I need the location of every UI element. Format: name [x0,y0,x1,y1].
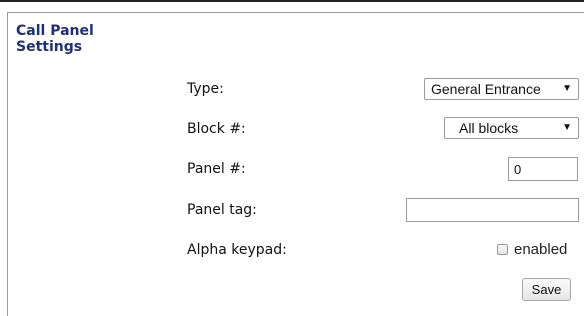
alpha-keypad-toggle[interactable]: enabled [497,241,567,258]
save-button[interactable]: Save [522,278,571,301]
panel-tag-label: Panel tag: [187,202,257,218]
caret-down-icon: ▼ [562,83,572,94]
panel-tag-input[interactable] [406,198,579,222]
settings-panel [7,12,584,316]
panel-number-input[interactable]: 0 [508,157,578,181]
block-select-value: All blocks [459,120,519,136]
alpha-keypad-checkbox-label: enabled [514,241,568,258]
type-label: Type: [187,81,224,97]
block-select[interactable]: All blocks ▼ [444,117,579,139]
top-bar [0,0,584,2]
type-select[interactable]: General Entrance ▼ [424,78,579,100]
type-select-value: General Entrance [431,81,541,97]
alpha-keypad-checkbox[interactable] [497,244,508,255]
section-title: Call Panel Settings [16,23,94,55]
block-label: Block #: [187,121,246,137]
alpha-keypad-label: Alpha keypad: [187,242,287,258]
panel-number-label: Panel #: [187,161,246,177]
caret-down-icon: ▼ [562,122,572,133]
